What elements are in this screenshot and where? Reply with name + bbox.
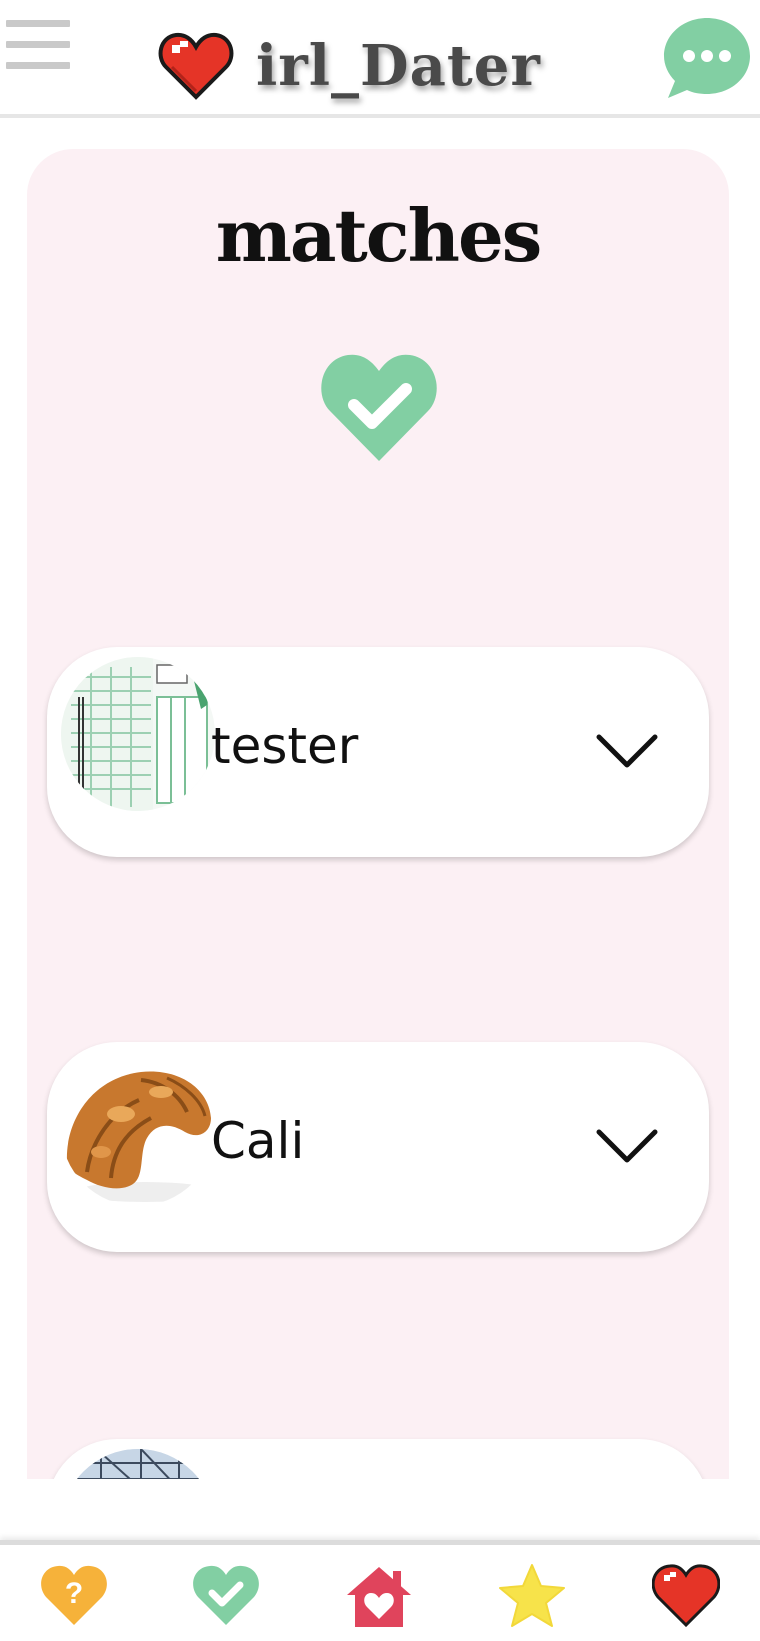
chevron-down-icon[interactable]: [595, 731, 659, 771]
menu-line: [6, 20, 70, 27]
menu-line: [6, 62, 70, 69]
match-name: tester: [211, 717, 359, 775]
star-icon[interactable]: [498, 1563, 566, 1629]
chat-bubble-icon[interactable]: [662, 14, 752, 102]
match-card[interactable]: Cali: [47, 1042, 709, 1252]
matches-panel: matches tester Cali: [27, 149, 729, 1479]
match-card[interactable]: [47, 1439, 709, 1479]
croissant-photo: [61, 1052, 215, 1206]
chevron-down-icon[interactable]: [595, 1126, 659, 1166]
heart-check-icon: [321, 354, 437, 461]
matches-heart-icon[interactable]: [192, 1563, 260, 1629]
help-heart-icon[interactable]: ?: [40, 1563, 108, 1629]
pixel-heart-icon: [158, 32, 234, 100]
document-form-photo: [61, 657, 215, 811]
hamburger-menu-icon[interactable]: [6, 20, 70, 70]
home-icon[interactable]: [345, 1563, 413, 1629]
menu-line: [6, 41, 70, 48]
match-card[interactable]: tester: [47, 647, 709, 857]
likes-heart-icon[interactable]: [652, 1563, 720, 1629]
avatar[interactable]: [61, 657, 215, 811]
avatar[interactable]: [61, 1449, 215, 1479]
match-name: Cali: [211, 1112, 305, 1170]
page-title: matches: [215, 193, 543, 278]
avatar[interactable]: [61, 1052, 215, 1206]
app-header: irl_Dater: [0, 0, 760, 118]
bottom-navigation: ?: [0, 1540, 760, 1641]
svg-text:?: ?: [65, 1577, 83, 1610]
ship-photo: [61, 1449, 215, 1479]
app-title: irl_Dater: [256, 33, 541, 99]
app-brand[interactable]: irl_Dater: [158, 26, 541, 106]
